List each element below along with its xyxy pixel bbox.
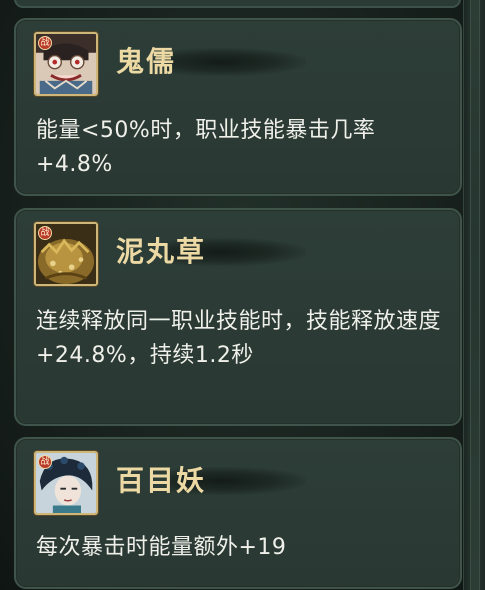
tier-badge: 战 xyxy=(38,455,52,469)
card-title: 泥丸草 xyxy=(116,232,316,272)
monster-card-gui-ru[interactable]: 战 鬼儒 能量<50%时，职业技能暴击几率+4.8% xyxy=(14,18,462,196)
game-panel: 战 鬼儒 能量<50%时，职业技能暴击几率+4.8% 战 泥丸草 连续释放同一职… xyxy=(0,0,485,590)
scrollbar-thumb[interactable] xyxy=(470,0,480,590)
tier-badge: 战 xyxy=(38,36,52,50)
card-description: 能量<50%时，职业技能暴击几率+4.8% xyxy=(36,118,376,177)
previous-card-edge xyxy=(14,0,461,8)
ghost-scholar-portrait-icon: 战 xyxy=(34,32,98,96)
hundred-eyes-portrait-icon: 战 xyxy=(34,451,98,515)
card-description: 连续释放同一职业技能时，技能释放速度+24.8%，持续1.2秒 xyxy=(36,309,442,368)
card-description: 每次暴击时能量额外+19 xyxy=(36,535,287,560)
card-name: 鬼儒 xyxy=(116,45,177,78)
card-title: 鬼儒 xyxy=(116,42,316,82)
monster-card-ni-wan-cao[interactable]: 战 泥丸草 连续释放同一职业技能时，技能释放速度+24.8%，持续1.2秒 xyxy=(14,208,462,426)
mud-grass-portrait-icon: 战 xyxy=(34,222,98,286)
card-name: 百目妖 xyxy=(116,464,207,497)
card-title: 百目妖 xyxy=(116,461,316,501)
tier-badge: 战 xyxy=(38,226,52,240)
card-name: 泥丸草 xyxy=(116,235,207,268)
scrollbar-track[interactable] xyxy=(463,0,485,590)
monster-card-bai-mu-yao[interactable]: 战 百目妖 每次暴击时能量额外+19 xyxy=(14,437,462,589)
